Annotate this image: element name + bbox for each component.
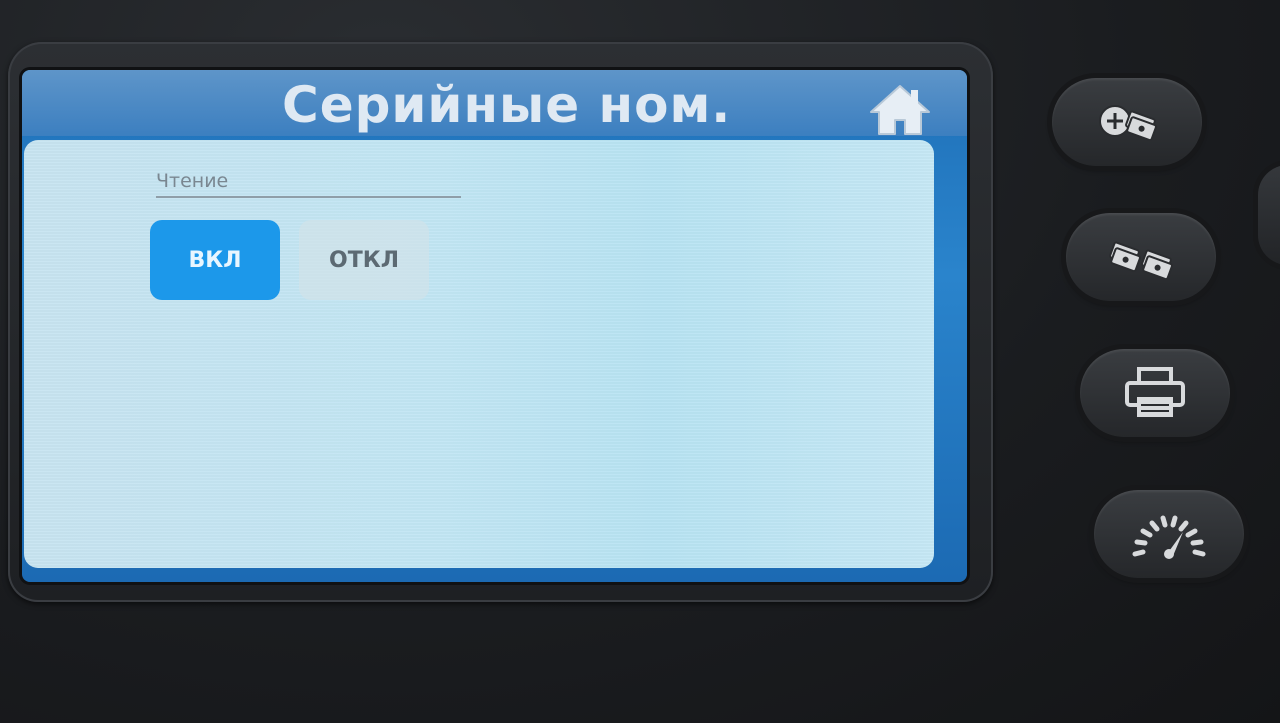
printer-icon (1125, 367, 1185, 417)
home-icon (870, 85, 930, 135)
screen-header: Серийные ном. (22, 70, 967, 136)
print-button[interactable] (1080, 349, 1230, 437)
add-currency-button[interactable] (1052, 78, 1202, 166)
reading-label: Чтение (156, 170, 461, 198)
lcd-screen: Серийные ном. Чтение ВКЛ ОТКЛ (22, 70, 967, 582)
speedometer-icon (1132, 515, 1206, 559)
edge-button[interactable] (1258, 165, 1280, 265)
device-frame: Серийные ном. Чтение ВКЛ ОТКЛ (0, 0, 1280, 723)
off-button[interactable]: ОТКЛ (299, 220, 429, 300)
speed-button[interactable] (1094, 490, 1244, 578)
mixed-currency-button[interactable] (1066, 213, 1216, 301)
settings-panel: Чтение ВКЛ ОТКЛ (24, 140, 934, 568)
on-button[interactable]: ВКЛ (150, 220, 280, 300)
home-button[interactable] (867, 82, 933, 138)
two-money-stacks-icon (1109, 241, 1173, 281)
page-title: Серийные ном. (282, 76, 732, 134)
add-money-icon (1099, 105, 1157, 142)
